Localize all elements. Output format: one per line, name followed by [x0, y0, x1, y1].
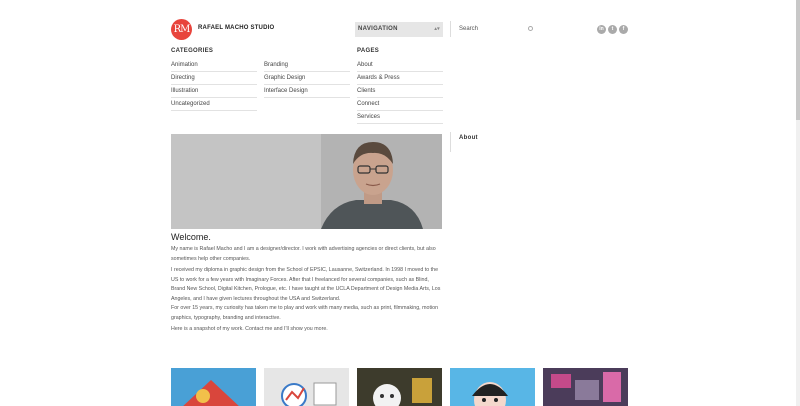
sidebar-about-link[interactable]: About — [459, 135, 478, 141]
page-title: Welcome. — [171, 232, 211, 242]
pages-heading: PAGES — [357, 48, 380, 54]
portfolio-thumb[interactable] — [357, 368, 442, 406]
portfolio-thumb[interactable] — [543, 368, 628, 406]
page-services[interactable]: Services — [357, 111, 443, 124]
search-placeholder: Search — [459, 26, 479, 32]
search-input[interactable]: Search — [459, 22, 535, 37]
snapshot-paragraph: Here is a snapshot of my work. Contact m… — [171, 326, 328, 332]
category-branding[interactable]: Branding — [264, 59, 350, 72]
scrollbar-thumb[interactable] — [796, 0, 800, 120]
page-awards-press[interactable]: Awards & Press — [357, 72, 443, 85]
facebook-icon[interactable]: f — [619, 25, 628, 34]
scrollbar[interactable] — [796, 0, 800, 406]
page-clients[interactable]: Clients — [357, 85, 443, 98]
search-icon[interactable] — [528, 26, 533, 31]
navigation-label: NAVIGATION — [358, 26, 398, 32]
bio-paragraph: I received my diploma in graphic design … — [171, 267, 441, 302]
studio-name[interactable]: RAFAEL MACHO STUDIO — [198, 25, 274, 31]
divider — [450, 132, 451, 152]
updown-arrow-icon: ▴▾ — [434, 26, 440, 32]
twitter-icon[interactable]: t — [608, 25, 617, 34]
category-uncategorized[interactable]: Uncategorized — [171, 98, 257, 111]
categories-column-2: Branding Graphic Design Interface Design — [264, 59, 350, 98]
portrait-photo — [171, 134, 442, 229]
category-animation[interactable]: Animation — [171, 59, 257, 72]
page-connect[interactable]: Connect — [357, 98, 443, 111]
pages-column: About Awards & Press Clients Connect Ser… — [357, 59, 443, 124]
navigation-dropdown[interactable]: NAVIGATION ▴▾ — [355, 22, 443, 37]
portfolio-thumb[interactable] — [264, 368, 349, 406]
linkedin-icon[interactable]: in — [597, 25, 606, 34]
divider — [450, 21, 451, 37]
category-interface-design[interactable]: Interface Design — [264, 85, 350, 98]
portfolio-thumb[interactable] — [450, 368, 535, 406]
category-graphic-design[interactable]: Graphic Design — [264, 72, 350, 85]
page-about[interactable]: About — [357, 59, 443, 72]
categories-column-1: Animation Directing Illustration Uncateg… — [171, 59, 257, 111]
categories-heading: CATEGORIES — [171, 48, 214, 54]
media-paragraph: For over 15 years, my curiosity has take… — [171, 305, 439, 321]
logo[interactable]: RM — [171, 19, 192, 40]
portfolio-thumb[interactable] — [171, 368, 256, 406]
category-directing[interactable]: Directing — [171, 72, 257, 85]
intro-paragraph: My name is Rafael Macho and I am a desig… — [171, 246, 436, 262]
category-illustration[interactable]: Illustration — [171, 85, 257, 98]
